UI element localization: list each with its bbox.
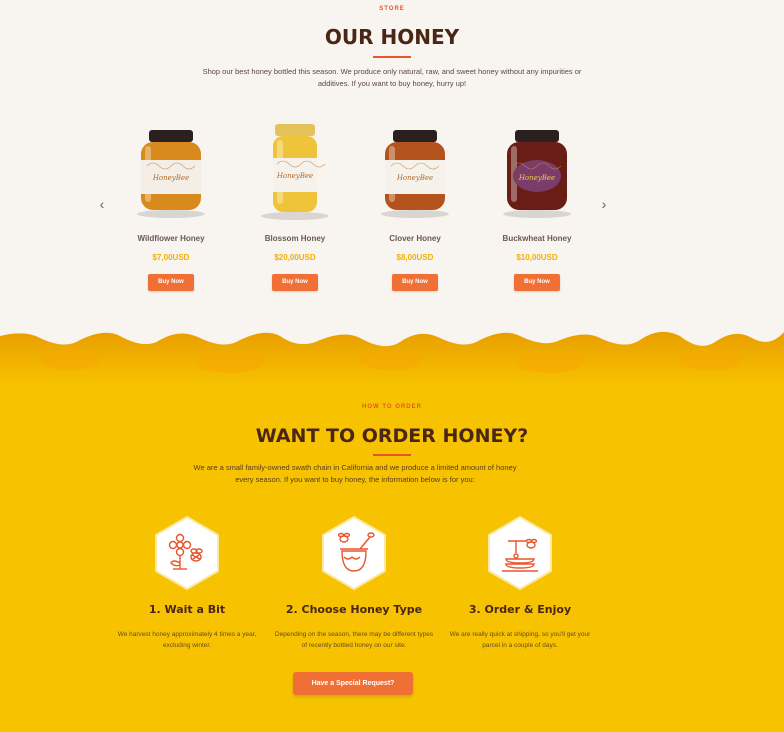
product-card[interactable]: HoneyBee Blossom Honey $20,00USD Buy Now bbox=[245, 120, 345, 300]
buy-now-button[interactable]: Buy Now bbox=[148, 274, 194, 291]
title-divider bbox=[373, 56, 411, 58]
jar-brand-text: HoneyBee bbox=[152, 174, 189, 182]
product-price: $7,00USD bbox=[152, 253, 190, 262]
special-request-button[interactable]: Have a Special Request? bbox=[293, 672, 413, 695]
step-3-title: 3. Order & Enjoy bbox=[468, 603, 572, 616]
product-price: $8,00USD bbox=[396, 253, 434, 262]
order-intro: We are a small family-owned swath chain … bbox=[193, 463, 517, 484]
step-1-description: We harvest honey approximately 4 times a… bbox=[117, 631, 257, 649]
honey-drip-decoration bbox=[0, 326, 784, 386]
product-price: $20,00USD bbox=[274, 253, 316, 262]
honey-pot-icon bbox=[322, 516, 386, 590]
order-eyebrow: HOW TO ORDER bbox=[362, 404, 422, 410]
chevron-left-icon[interactable]: ‹ bbox=[96, 196, 108, 212]
product-price: $10,00USD bbox=[516, 253, 558, 262]
buy-now-button[interactable]: Buy Now bbox=[392, 274, 438, 291]
product-name[interactable]: Clover Honey bbox=[365, 234, 465, 243]
flower-bee-icon bbox=[155, 516, 219, 590]
pancakes-honey-icon bbox=[488, 516, 552, 590]
product-card[interactable]: HoneyBee Buckwheat Honey $10,00USD Buy Now bbox=[487, 120, 587, 300]
step-3-description: We are really quick at shipping, so you'… bbox=[449, 631, 591, 649]
jar-brand-text: HoneyBee bbox=[396, 174, 433, 182]
product-card[interactable]: HoneyBee Clover Honey $8,00USD Buy Now bbox=[365, 120, 465, 300]
product-name[interactable]: Blossom Honey bbox=[245, 234, 345, 243]
order-title: WANT TO ORDER HONEY? bbox=[255, 425, 529, 447]
honey-jar-image[interactable]: HoneyBee bbox=[255, 120, 335, 222]
product-name[interactable]: Buckwheat Honey bbox=[487, 234, 587, 243]
jar-brand-text: HoneyBee bbox=[276, 172, 313, 180]
jar-brand-text: HoneyBee bbox=[518, 174, 555, 182]
buy-now-button[interactable]: Buy Now bbox=[514, 274, 560, 291]
honey-jar-image[interactable]: HoneyBee bbox=[131, 120, 211, 222]
store-eyebrow: STORE bbox=[379, 6, 405, 12]
honey-jar-image[interactable]: HoneyBee bbox=[375, 120, 455, 222]
order-title-divider bbox=[373, 454, 411, 456]
product-name[interactable]: Wildflower Honey bbox=[121, 234, 221, 243]
step-2-description: Depending on the season, there may be di… bbox=[274, 631, 434, 649]
store-title: OUR HONEY bbox=[324, 25, 460, 49]
store-intro: Shop our best honey bottled this season.… bbox=[202, 67, 582, 88]
product-card[interactable]: HoneyBee Wildflower Honey $7,00USD Buy Now bbox=[121, 120, 221, 300]
honey-jar-image[interactable]: HoneyBee bbox=[497, 120, 577, 222]
chevron-right-icon[interactable]: › bbox=[598, 196, 610, 212]
step-2-title: 2. Choose Honey Type bbox=[285, 603, 423, 616]
step-1-title: 1. Wait a Bit bbox=[148, 603, 226, 616]
buy-now-button[interactable]: Buy Now bbox=[272, 274, 318, 291]
store-section: STORE OUR HONEY Shop our best honey bott… bbox=[0, 0, 784, 328]
